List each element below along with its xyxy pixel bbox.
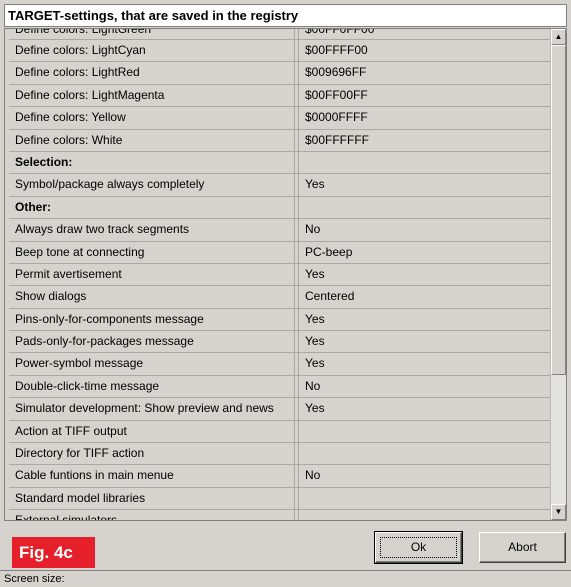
- setting-value[interactable]: $009696FF: [298, 62, 548, 84]
- setting-name: Action at TIFF output: [9, 420, 295, 443]
- setting-name: Simulator development: Show preview and …: [9, 398, 295, 420]
- setting-value[interactable]: Yes: [298, 398, 548, 420]
- setting-value[interactable]: Yes: [298, 331, 548, 353]
- section-header-label: Selection:: [9, 151, 295, 174]
- setting-value: [298, 151, 548, 174]
- setting-value[interactable]: [298, 420, 548, 443]
- setting-value[interactable]: [298, 443, 548, 465]
- setting-name: Directory for TIFF action: [9, 443, 295, 465]
- setting-name: Define colors: LightCyan: [9, 40, 295, 62]
- setting-value[interactable]: [298, 487, 548, 510]
- setting-value[interactable]: $00FFFF00: [298, 40, 548, 62]
- abort-button-label: Abort: [508, 540, 537, 554]
- setting-value[interactable]: PC-beep: [298, 241, 548, 263]
- setting-value[interactable]: No: [298, 375, 548, 398]
- table-row[interactable]: Cable funtions in main menue No: [9, 465, 550, 488]
- table-row[interactable]: Define colors: LightCyan $00FFFF00: [9, 40, 550, 63]
- table-row[interactable]: Always draw two track segments No: [9, 219, 550, 242]
- setting-value[interactable]: $00FF0FF00: [298, 29, 548, 39]
- table-row[interactable]: Symbol/package always completely Yes: [9, 174, 550, 197]
- setting-value[interactable]: Yes: [298, 174, 548, 196]
- setting-value[interactable]: $00FF00FF: [298, 84, 548, 107]
- setting-value[interactable]: No: [298, 465, 548, 487]
- status-bar: Screen size:: [0, 570, 571, 587]
- setting-name: Define colors: LightRed: [9, 62, 295, 84]
- setting-name: Power-symbol message: [9, 353, 295, 375]
- setting-name: Show dialogs: [9, 286, 295, 308]
- setting-name: Double-click-time message: [9, 375, 295, 398]
- setting-name: Define colors: Yellow: [9, 107, 295, 129]
- setting-name: Permit avertisement: [9, 263, 295, 286]
- setting-value[interactable]: Centered: [298, 286, 548, 308]
- setting-name: External simulators: [9, 510, 295, 520]
- section-header-row[interactable]: Selection:: [9, 151, 550, 175]
- table-row[interactable]: Pins-only-for-components message Yes: [9, 308, 550, 332]
- abort-button[interactable]: Abort: [479, 532, 566, 563]
- table-row[interactable]: Define colors: LightMagenta $00FF00FF: [9, 84, 550, 108]
- table-row[interactable]: Double-click-time message No: [9, 375, 550, 399]
- status-text: Screen size:: [4, 573, 65, 585]
- table-row[interactable]: Directory for TIFF action: [9, 443, 550, 466]
- scroll-up-button[interactable]: ▲: [551, 29, 566, 45]
- table-row-partial[interactable]: Define colors: LightGreen $00FF0FF00: [9, 29, 550, 40]
- setting-value[interactable]: Yes: [298, 308, 548, 331]
- table-row[interactable]: Define colors: LightRed $009696FF: [9, 62, 550, 85]
- setting-name: Symbol/package always completely: [9, 174, 295, 196]
- settings-rows: Define colors: LightGreen $00FF0FF00 Def…: [9, 29, 550, 520]
- table-row[interactable]: Beep tone at connecting PC-beep: [9, 241, 550, 264]
- table-row[interactable]: External simulators: [9, 510, 550, 520]
- setting-value[interactable]: Yes: [298, 353, 548, 375]
- focus-rectangle: [380, 537, 457, 558]
- setting-name: Always draw two track segments: [9, 219, 295, 241]
- scroll-down-button[interactable]: ▼: [551, 504, 566, 520]
- table-row[interactable]: Standard model libraries: [9, 487, 550, 511]
- setting-value[interactable]: $0000FFFF: [298, 107, 548, 129]
- section-header-label: Other:: [9, 196, 295, 219]
- setting-name: Pads-only-for-packages message: [9, 331, 295, 353]
- vertical-scrollbar[interactable]: ▲ ▼: [550, 29, 566, 520]
- table-row[interactable]: Define colors: Yellow $0000FFFF: [9, 107, 550, 130]
- table-row[interactable]: Permit avertisement Yes: [9, 263, 550, 287]
- setting-name: Beep tone at connecting: [9, 241, 295, 263]
- scroll-thumb[interactable]: [551, 45, 566, 375]
- setting-name: Define colors: LightMagenta: [9, 84, 295, 107]
- table-row[interactable]: Simulator development: Show preview and …: [9, 398, 550, 421]
- table-row[interactable]: Action at TIFF output: [9, 420, 550, 444]
- setting-name: Define colors: LightGreen: [9, 29, 295, 39]
- table-row[interactable]: Show dialogs Centered: [9, 286, 550, 309]
- arrow-down-icon: ▼: [554, 507, 563, 516]
- arrow-up-icon: ▲: [554, 32, 563, 41]
- section-header-row[interactable]: Other:: [9, 196, 550, 220]
- setting-name: Standard model libraries: [9, 487, 295, 510]
- setting-value[interactable]: $00FFFFFF: [298, 129, 548, 151]
- settings-grid[interactable]: Define colors: LightGreen $00FF0FF00 Def…: [4, 28, 567, 521]
- table-row[interactable]: Pads-only-for-packages message Yes: [9, 331, 550, 354]
- setting-value[interactable]: [298, 510, 548, 520]
- ok-button[interactable]: Ok: [374, 531, 463, 564]
- table-row[interactable]: Power-symbol message Yes: [9, 353, 550, 376]
- setting-value[interactable]: No: [298, 219, 548, 241]
- figure-label: Fig. 4c: [12, 537, 95, 568]
- setting-name: Define colors: White: [9, 129, 295, 151]
- setting-name: Pins-only-for-components message: [9, 308, 295, 331]
- setting-value[interactable]: Yes: [298, 263, 548, 286]
- table-row[interactable]: Define colors: White $00FFFFFF: [9, 129, 550, 152]
- dialog-title: TARGET-settings, that are saved in the r…: [4, 4, 567, 27]
- setting-name: Cable funtions in main menue: [9, 465, 295, 487]
- setting-value: [298, 196, 548, 219]
